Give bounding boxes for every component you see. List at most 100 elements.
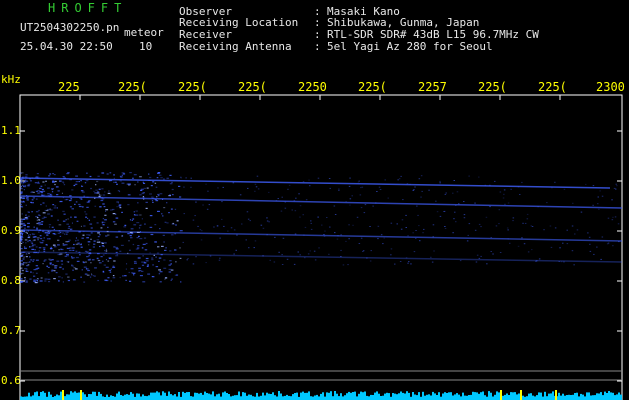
level-bar	[564, 395, 566, 400]
echo-speck	[146, 265, 149, 267]
echo-speck	[253, 247, 255, 249]
echo-speck	[478, 176, 480, 178]
level-bar	[608, 391, 610, 400]
echo-speck	[41, 188, 44, 191]
echo-speck	[62, 244, 66, 246]
level-bar	[496, 391, 498, 400]
level-bar	[300, 392, 302, 400]
echo-speck	[74, 183, 78, 185]
level-bar	[502, 395, 504, 400]
echo-speck	[92, 246, 95, 248]
echo-speck	[40, 192, 44, 194]
echo-speck	[51, 264, 55, 266]
echo-speck	[432, 224, 435, 226]
echo-speck	[22, 251, 26, 253]
level-bar	[112, 396, 114, 400]
echo-speck	[94, 192, 98, 194]
echo-speck	[455, 221, 457, 223]
echo-speck	[56, 194, 59, 196]
echo-speck	[543, 229, 545, 231]
echo-speck	[158, 257, 162, 259]
level-bar	[432, 391, 434, 400]
echo-speck	[219, 237, 221, 239]
echo-speck	[78, 251, 81, 253]
echo-speck	[102, 218, 104, 220]
echo-speck	[32, 272, 34, 274]
echo-speck	[35, 272, 38, 274]
level-bar	[582, 394, 584, 400]
echo-speck	[66, 223, 69, 225]
echo-speck	[61, 277, 63, 279]
echo-speck	[158, 273, 161, 275]
echo-speck	[566, 243, 569, 245]
echo-speck	[96, 180, 99, 183]
echo-speck	[20, 242, 23, 245]
level-bar	[546, 396, 548, 400]
level-bar	[482, 391, 484, 400]
level-bar	[416, 395, 418, 400]
echo-speck	[159, 281, 162, 283]
echo-speck	[66, 261, 70, 263]
echo-speck	[44, 232, 48, 234]
echo-speck	[27, 236, 30, 239]
echo-speck	[454, 211, 456, 213]
echo-speck	[329, 187, 331, 189]
echo-speck	[62, 268, 64, 270]
echo-speck	[107, 260, 110, 262]
echo-speck	[254, 190, 256, 192]
echo-speck	[156, 252, 160, 254]
level-bar	[94, 391, 96, 400]
echo-speck	[75, 181, 79, 183]
echo-speck	[503, 189, 506, 191]
level-bar	[512, 392, 514, 400]
echo-speck	[60, 260, 63, 262]
level-bar	[362, 392, 364, 400]
level-bar	[394, 393, 396, 400]
echo-speck	[34, 249, 36, 251]
echo-speck	[152, 276, 155, 278]
echo-speck	[390, 248, 393, 250]
echo-speck	[489, 184, 491, 186]
echo-speck	[133, 260, 137, 263]
level-bar	[522, 395, 524, 400]
echo-speck	[21, 182, 23, 184]
echo-speck	[25, 197, 29, 199]
echo-speck	[24, 279, 26, 281]
echo-speck	[40, 277, 43, 279]
level-bar	[260, 395, 262, 400]
echo-speck	[55, 272, 58, 274]
level-bar	[558, 392, 560, 400]
echo-speck	[612, 245, 614, 247]
level-bar	[602, 395, 604, 400]
echo-speck	[93, 275, 96, 277]
echo-speck	[205, 262, 207, 264]
echo-speck	[169, 174, 172, 176]
echo-speck	[485, 216, 488, 218]
echo-speck	[32, 260, 34, 262]
echo-speck	[104, 191, 106, 193]
echo-speck	[428, 189, 430, 191]
echo-traces	[19, 172, 623, 284]
echo-speck	[85, 180, 89, 182]
level-bar	[36, 391, 38, 400]
echo-speck	[536, 260, 538, 262]
echo-speck	[157, 210, 160, 212]
echo-speck	[348, 185, 351, 187]
echo-speck	[98, 194, 102, 196]
echo-speck	[157, 193, 160, 196]
echo-speck	[99, 241, 101, 243]
echo-speck	[120, 176, 123, 178]
echo-speck	[76, 239, 79, 241]
echo-speck	[589, 250, 592, 252]
level-bar	[100, 393, 102, 400]
echo-speck	[56, 260, 60, 262]
echo-speck	[86, 256, 89, 258]
echo-speck	[80, 190, 84, 192]
echo-speck	[523, 243, 526, 245]
echo-speck	[91, 274, 93, 276]
echo-speck	[121, 182, 125, 184]
level-bar	[376, 391, 378, 400]
echo-speck	[28, 215, 30, 217]
echo-speck	[85, 216, 87, 218]
level-bar	[568, 394, 570, 400]
